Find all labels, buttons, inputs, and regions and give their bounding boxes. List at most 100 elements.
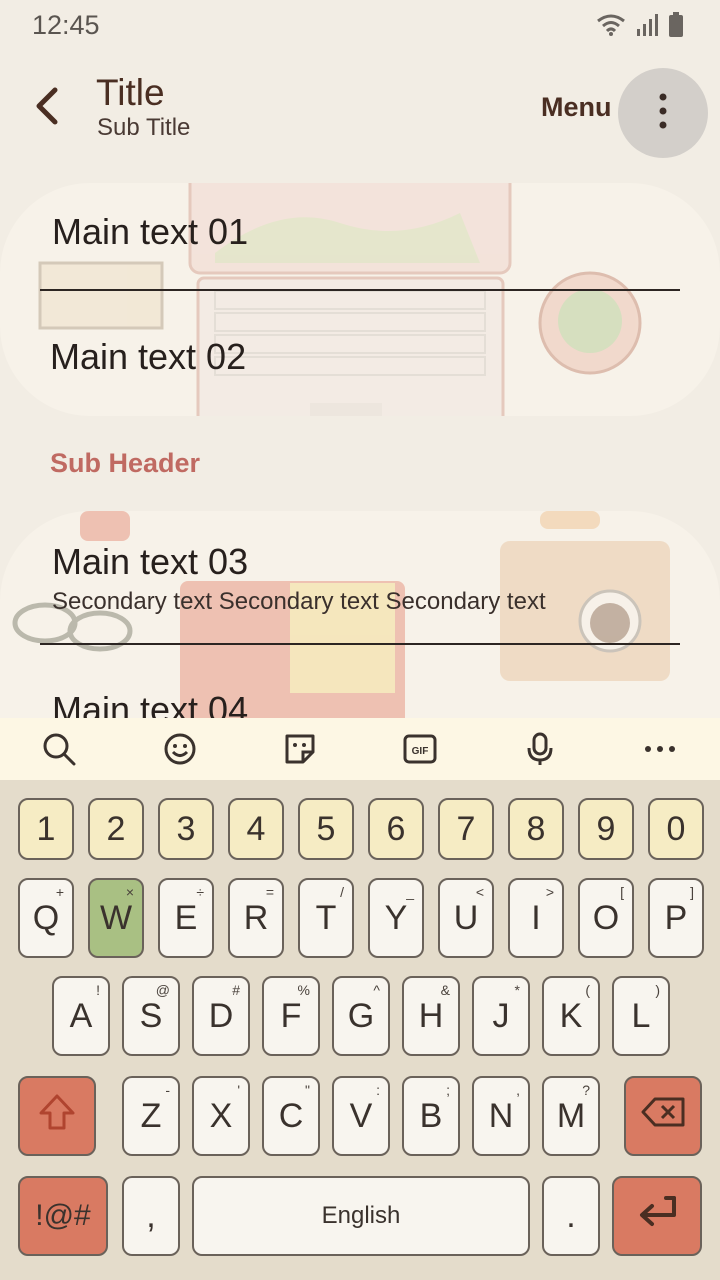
- key-hint: +: [55, 884, 64, 900]
- key-k[interactable]: (K: [542, 976, 600, 1056]
- key-hint: *: [514, 982, 520, 998]
- key-o[interactable]: [O: [578, 878, 634, 958]
- number-key-9[interactable]: 9: [578, 798, 634, 860]
- key-l[interactable]: ) L: [612, 976, 670, 1056]
- key-label: W: [99, 899, 133, 937]
- key-label: X: [209, 1097, 233, 1135]
- key-label: C: [278, 1097, 304, 1135]
- key-s[interactable]: @ S: [122, 976, 180, 1056]
- list-item-main-text-01[interactable]: Main text 01: [52, 211, 248, 253]
- keyboard-toolbar: GIF: [0, 718, 720, 780]
- shift-arrow-icon: [37, 1093, 77, 1140]
- key-label: 3: [176, 810, 196, 848]
- key-h[interactable]: & H: [402, 976, 460, 1056]
- enter-icon: [634, 1195, 680, 1238]
- number-key-8[interactable]: 8: [508, 798, 564, 860]
- key-d[interactable]: # D: [192, 976, 250, 1056]
- more-vertical-icon: [658, 93, 668, 134]
- key-label: L: [631, 997, 651, 1035]
- list-item-main-text-02[interactable]: Main text 02: [50, 336, 246, 378]
- list-item-main-text-03[interactable]: Main text 03: [52, 541, 248, 583]
- key-label: Q: [32, 899, 60, 937]
- sticker-icon[interactable]: [283, 732, 317, 766]
- key-z[interactable]: -Z: [122, 1076, 180, 1156]
- more-options-button[interactable]: [618, 68, 708, 158]
- enter-key[interactable]: [612, 1176, 702, 1256]
- period-key-label: .: [566, 1197, 576, 1235]
- page-subtitle: Sub Title: [97, 114, 191, 141]
- key-f[interactable]: % F: [262, 976, 320, 1056]
- number-key-5[interactable]: 5: [298, 798, 354, 860]
- number-key-0[interactable]: 0: [648, 798, 704, 860]
- key-hint: ": [305, 1082, 310, 1098]
- sub-header: Sub Header: [50, 448, 201, 478]
- key-v[interactable]: :V: [332, 1076, 390, 1156]
- backspace-icon: [641, 1097, 685, 1136]
- key-y[interactable]: _ Y: [368, 878, 424, 958]
- list-divider: [40, 643, 680, 645]
- key-n[interactable]: ,N: [472, 1076, 530, 1156]
- key-p[interactable]: ] P: [648, 878, 704, 958]
- symbols-key[interactable]: !@#: [18, 1176, 108, 1256]
- key-label: F: [280, 997, 302, 1035]
- key-hint: %: [297, 982, 310, 998]
- key-hint: =: [265, 884, 274, 900]
- key-u[interactable]: < U: [438, 878, 494, 958]
- key-label: 2: [106, 810, 126, 848]
- key-c[interactable]: " C: [262, 1076, 320, 1156]
- backspace-key[interactable]: [624, 1076, 702, 1156]
- more-horizontal-icon[interactable]: [643, 732, 677, 766]
- key-label: R: [243, 899, 269, 937]
- key-t[interactable]: / T: [298, 878, 354, 958]
- signal-icon: [636, 13, 658, 42]
- key-hint: ': [237, 1082, 240, 1098]
- number-key-6[interactable]: 6: [368, 798, 424, 860]
- menu-button[interactable]: Menu: [541, 92, 612, 123]
- key-label: 1: [36, 810, 56, 848]
- search-icon[interactable]: [42, 732, 76, 766]
- number-key-1[interactable]: 1: [18, 798, 74, 860]
- key-r[interactable]: = R: [228, 878, 284, 958]
- key-a[interactable]: ! A: [52, 976, 110, 1056]
- key-label: D: [208, 997, 234, 1035]
- key-hint: :: [376, 1082, 380, 1098]
- key-label: S: [139, 997, 163, 1035]
- key-hint: >: [545, 884, 554, 900]
- key-hint: ): [655, 982, 660, 998]
- number-key-3[interactable]: 3: [158, 798, 214, 860]
- emoji-icon[interactable]: [163, 732, 197, 766]
- key-q[interactable]: + Q: [18, 878, 74, 958]
- shift-key[interactable]: [18, 1076, 96, 1156]
- comma-key[interactable]: ,: [122, 1176, 180, 1256]
- number-key-2[interactable]: 2: [88, 798, 144, 860]
- key-w[interactable]: × W: [88, 878, 144, 958]
- key-j[interactable]: * J: [472, 976, 530, 1056]
- key-hint: -: [165, 1082, 170, 1098]
- number-key-4[interactable]: 4: [228, 798, 284, 860]
- number-key-7[interactable]: 7: [438, 798, 494, 860]
- key-hint: @: [155, 982, 170, 998]
- key-hint: ;: [446, 1082, 450, 1098]
- key-label: 0: [666, 810, 686, 848]
- wifi-icon: [596, 13, 626, 42]
- key-label: 7: [456, 810, 476, 848]
- list-item-secondary-text: Secondary text Secondary text Secondary …: [52, 588, 546, 615]
- key-hint: ?: [582, 1082, 590, 1098]
- gif-icon[interactable]: GIF: [403, 732, 437, 766]
- key-label: U: [453, 899, 479, 937]
- key-x[interactable]: ' X: [192, 1076, 250, 1156]
- symbols-key-label: !@#: [35, 1199, 91, 1232]
- mic-icon[interactable]: [523, 732, 557, 766]
- key-label: Y: [384, 899, 408, 937]
- period-key[interactable]: .: [542, 1176, 600, 1256]
- key-m[interactable]: ? M: [542, 1076, 600, 1156]
- key-b[interactable]: ; B: [402, 1076, 460, 1156]
- key-e[interactable]: ÷ E: [158, 878, 214, 958]
- back-button[interactable]: [24, 82, 68, 134]
- list-card-1: Main text 01 Main text 02: [0, 183, 720, 416]
- list-divider: [40, 289, 680, 291]
- space-key[interactable]: English: [192, 1176, 530, 1256]
- key-i[interactable]: > I: [508, 878, 564, 958]
- key-g[interactable]: ^ G: [332, 976, 390, 1056]
- key-hint: !: [96, 982, 100, 998]
